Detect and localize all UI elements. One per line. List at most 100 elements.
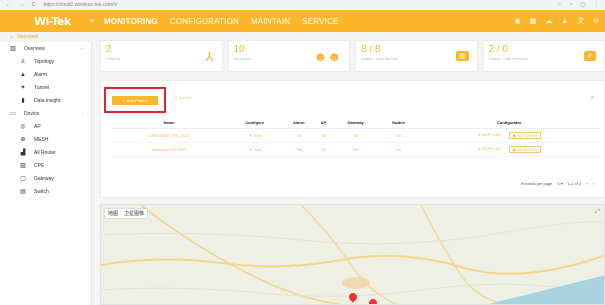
chevron-up-icon: ^ [81,111,83,116]
map-canvas[interactable] [101,205,605,305]
switch-icon: ▤ [20,189,26,195]
browser-toolbar: ← → C https://cloud2.wireless-tek.com/#/… [0,0,605,10]
column-header[interactable]: Name [111,117,228,129]
forward-icon[interactable]: → [19,2,24,8]
project-name-link[interactable]: WIRELESS-TEK 2023 [111,128,228,143]
fullscreen-icon[interactable]: ⤢ [595,209,600,216]
sidebar-group-device[interactable]: ▭ Device ^ [0,107,91,120]
trash-icon: ▯ [175,95,178,100]
search-icon[interactable]: ⌕ [591,95,594,102]
nav-monitoring[interactable]: MONITORING [104,17,158,26]
sidebar-item-alarm[interactable]: ▲ Alarm [0,68,91,81]
sidebar-item-all-router[interactable]: ▟ All Router [0,146,91,159]
monitor-icon: ▭ [10,111,16,117]
language-icon[interactable]: 文 [577,16,584,26]
table-header-row: Name Configure Alarm AP Gateway Switch C… [111,117,601,129]
menu-toggle-icon[interactable]: ≡ [90,18,104,25]
ap-count: 0/0 [315,128,332,143]
extension-icon[interactable]: ◔ [569,2,572,8]
card-label: Projects [106,56,121,61]
sidebar-item-tunnel[interactable]: ✦ Tunnel [0,81,91,94]
card-label: Online / total devices [361,56,399,61]
router-icon: ▟ [20,150,26,156]
nav-service[interactable]: SERVICE [302,17,338,26]
card-terminals[interactable]: 2 / 0 Online / total terminals ✔ [482,40,605,72]
delete-button[interactable]: ▯ Delete [175,95,191,100]
brand-logo[interactable]: Wi-Tek [0,15,90,28]
sidebar-item-data-insight[interactable]: ▮ Data insight [0,94,91,107]
gateway-count: 0/0 [331,142,380,157]
switch-count: 0/0 [379,142,418,157]
map-tab-satellite[interactable]: 卫星图像 [124,210,144,217]
column-header[interactable]: Switch [379,117,418,129]
alarm-count[interactable]: 10 [282,128,316,143]
wifi-icon[interactable]: ◉ [514,17,520,25]
device-map[interactable]: 地图 卫星图像 ⤢ [100,204,605,305]
pencil-icon: ✎ [248,133,252,138]
sidebar-item-topology[interactable]: ⅄ Topology [0,55,91,68]
edit-button[interactable]: ✎ Edit [227,128,283,143]
card-alarms[interactable]: 10 All Alarms ☻☻ [227,40,350,72]
sidebar-item-cpe[interactable]: ▨ CPE [0,159,91,172]
address-bar[interactable]: https://cloud2.wireless-tek.com/#/ [44,2,118,8]
star-icon[interactable]: ☆ [557,2,561,8]
configurator-cell: ≋ Wi-Fi 4.5G ▣ NETWORK [417,146,601,153]
column-header[interactable]: Gateway [331,117,380,129]
card-devices[interactable]: 8 / 8 Online / total devices ▤ [355,40,478,72]
projects-panel: + Add Project ▯ Delete ⌕ Name Configure … [100,80,605,198]
network-config-button[interactable]: ▣ NETWORK [509,146,541,153]
home-icon[interactable]: ⌂ [10,34,13,40]
column-header[interactable]: Alarm [282,117,316,129]
user-icon[interactable]: ⊖ [593,17,599,25]
sidebar-item-mesh[interactable]: ⊕ MESH [0,133,91,146]
alarm-count[interactable]: 768 [282,142,316,157]
add-project-button[interactable]: + Add Project [112,96,158,105]
nav-maintain[interactable]: MAINTAIN [251,17,290,26]
next-page-icon[interactable]: › [593,181,594,186]
prev-page-icon[interactable]: ‹ [586,181,587,186]
cloud-icon[interactable]: ☁ [545,17,552,25]
topology-icon: ⅄ [205,49,214,64]
bell-icon[interactable]: ▲ [561,18,568,25]
reload-icon[interactable]: C [32,2,36,8]
page-range: 1-2 of 2 [567,181,582,186]
edit-button[interactable]: ✎ Edit [227,142,283,157]
header-icons: ◉ ▦ ☁ ▲ 文 ⊖ [514,10,599,32]
mesh-icon: ⊕ [20,137,26,143]
breadcrumb-label[interactable]: Overview [17,34,38,40]
router-icon: ▤ [455,51,469,61]
main-content: 2 Projects ⅄ 10 All Alarms ☻☻ 8 / 8 Onli… [92,32,605,305]
grid-icon[interactable]: ▦ [530,17,537,25]
browser-menu-icon[interactable]: ⋮ [594,2,599,8]
sidebar-item-gateway[interactable]: ▢ Gateway [0,172,91,185]
card-value: 2 / 0 [488,44,508,55]
card-projects[interactable]: 2 Projects ⅄ [100,40,223,72]
map-road [420,205,508,304]
project-name-link[interactable]: Wireless-TEK-SOP [111,142,228,157]
map-tab-map[interactable]: 地图 [108,210,118,217]
profile-icon[interactable]: ◯ [580,2,586,8]
wifi-config-button[interactable]: ≋ Wi-Fi 4.5G [478,146,502,153]
wifi-config-button[interactable]: ≋ Wi-Fi 4.5G [478,132,502,139]
ap-icon: ◎ [20,124,26,130]
nav-configuration[interactable]: CONFIGURATION [170,17,239,26]
map-road [140,205,344,304]
sidebar-item-ap[interactable]: ◎ AP [0,120,91,133]
sidebar-group-overview[interactable]: ▥ Overview ^ [0,42,91,55]
network-config-button[interactable]: ▣ NETWORK [509,132,541,139]
card-value: 2 [106,44,112,55]
topology-icon: ⅄ [21,59,25,65]
column-header[interactable]: AP [315,117,332,129]
bell-icon: ▲ [20,71,26,78]
card-value: 8 / 8 [361,44,381,55]
gateway-icon: ▢ [20,176,26,182]
back-icon[interactable]: ← [6,2,11,8]
per-page-select[interactable]: 5 ▾ [557,181,562,186]
top-navigation: MONITORING CONFIGURATION MAINTAIN SERVIC… [104,17,339,26]
map-sea [489,275,604,304]
pencil-icon: ✎ [248,147,252,152]
sidebar-item-switch[interactable]: ▤ Switch [0,185,91,198]
table-row[interactable]: Wireless-TEK-SOP ✎ Edit 768 0/0 0/0 0/0 ≋… [111,142,601,157]
cpe-icon: ▨ [20,163,26,169]
table-row[interactable]: WIRELESS-TEK 2023 ✎ Edit 10 0/0 0/0 0/0 ≋… [111,128,601,143]
